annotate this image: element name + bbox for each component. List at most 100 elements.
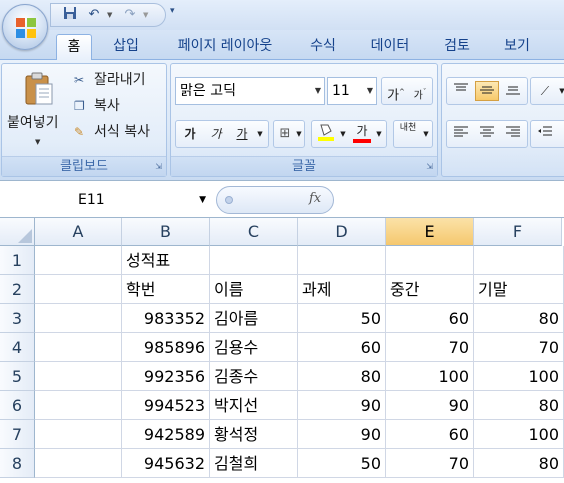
cell-e6[interactable]: 90 [386,391,474,420]
cell-b8[interactable]: 945632 [122,449,210,478]
row-header[interactable]: 3 [0,304,35,333]
cell-c6[interactable]: 박지선 [210,391,298,420]
cell-f7[interactable]: 100 [474,420,564,449]
cell-b7[interactable]: 942589 [122,420,210,449]
cell-d7[interactable]: 90 [298,420,386,449]
cell-e5[interactable]: 100 [386,362,474,391]
font-launcher-icon[interactable]: ⇲ [426,162,433,171]
cell-c7[interactable]: 황석정 [210,420,298,449]
cell-d2[interactable]: 과제 [298,275,386,304]
cell-a8[interactable] [35,449,122,478]
cell-c2[interactable]: 이름 [210,275,298,304]
row-header[interactable]: 2 [0,275,35,304]
bold-button[interactable]: 가 [178,122,202,146]
underline-dropdown-icon[interactable]: ▼ [254,122,266,146]
cell-f5[interactable]: 100 [474,362,564,391]
office-button[interactable] [2,4,48,50]
cell-a7[interactable] [35,420,122,449]
cell-a6[interactable] [35,391,122,420]
underline-button[interactable]: 가 [230,122,254,146]
italic-button[interactable]: 가 [204,122,228,146]
formula-bar-resize-handle[interactable] [225,196,233,204]
font-size-combo[interactable]: 11 ▼ [327,77,377,105]
insert-function-icon[interactable]: fx [309,191,321,206]
cell-f6[interactable]: 80 [474,391,564,420]
align-middle-icon[interactable] [475,81,499,101]
cell-b4[interactable]: 985896 [122,333,210,362]
cell-b6[interactable]: 994523 [122,391,210,420]
fill-color-dropdown-icon[interactable]: ▼ [338,122,348,146]
cell-b5[interactable]: 992356 [122,362,210,391]
cell-f8[interactable]: 80 [474,449,564,478]
row-header[interactable]: 1 [0,246,35,275]
redo-icon[interactable]: ↷ [121,6,139,24]
cut-button[interactable]: ✂ 잘라내기 [74,70,146,90]
borders-icon[interactable]: ⊞ [276,122,294,146]
grow-font-button[interactable]: 가^ [384,80,408,104]
name-box-dropdown-icon[interactable]: ▼ [199,187,206,213]
cell-e1[interactable] [386,246,474,275]
cell-e4[interactable]: 70 [386,333,474,362]
cell-d5[interactable]: 80 [298,362,386,391]
undo-dropdown-icon[interactable]: ▼ [107,6,112,24]
fill-color-button[interactable] [314,122,338,146]
cell-d3[interactable]: 50 [298,304,386,333]
column-header-e[interactable]: E [386,218,474,246]
cell-b3[interactable]: 983352 [122,304,210,333]
tab-insert[interactable]: 삽입 [104,34,148,60]
cell-e2[interactable]: 중간 [386,275,474,304]
orientation-dropdown-icon[interactable]: ▼ [557,81,564,101]
cell-e8[interactable]: 70 [386,449,474,478]
phonetic-dropdown-icon[interactable]: ▼ [420,122,432,146]
cell-c8[interactable]: 김철희 [210,449,298,478]
tab-home[interactable]: 홈 [56,34,92,60]
font-name-dropdown-icon[interactable]: ▼ [315,78,321,104]
row-header[interactable]: 7 [0,420,35,449]
format-painter-button[interactable]: ✎ 서식 복사 [74,122,150,142]
row-header[interactable]: 4 [0,333,35,362]
cell-f3[interactable]: 80 [474,304,564,333]
align-left-icon[interactable] [449,124,473,144]
save-icon[interactable] [61,6,79,24]
align-center-icon[interactable] [475,124,499,144]
cell-a3[interactable] [35,304,122,333]
decrease-indent-icon[interactable] [533,124,557,144]
redo-dropdown-icon[interactable]: ▼ [143,6,148,24]
column-header-d[interactable]: D [298,218,386,246]
copy-button[interactable]: ❐ 복사 [74,96,120,116]
column-header-b[interactable]: B [122,218,210,246]
tab-view[interactable]: 보기 [494,34,540,60]
row-header[interactable]: 8 [0,449,35,478]
font-name-combo[interactable]: 맑은 고딕 ▼ [175,77,325,105]
cell-b2[interactable]: 학번 [122,275,210,304]
row-header[interactable]: 5 [0,362,35,391]
clipboard-launcher-icon[interactable]: ⇲ [155,162,162,171]
phonetic-button[interactable]: 내천 [396,122,420,146]
column-header-a[interactable]: A [35,218,122,246]
paste-button[interactable]: 붙여넣기 [7,112,59,132]
font-size-dropdown-icon[interactable]: ▼ [367,78,373,104]
name-box[interactable]: E11 ▼ [0,187,210,213]
tab-page-layout[interactable]: 페이지 레이아웃 [164,34,286,60]
align-right-icon[interactable] [501,124,525,144]
column-header-c[interactable]: C [210,218,298,246]
cell-f2[interactable]: 기말 [474,275,564,304]
cell-d1[interactable] [298,246,386,275]
cell-e7[interactable]: 60 [386,420,474,449]
cell-c5[interactable]: 김종수 [210,362,298,391]
select-all-button[interactable] [0,218,35,246]
cell-a1[interactable] [35,246,122,275]
undo-icon[interactable]: ↶ [85,6,103,24]
borders-dropdown-icon[interactable]: ▼ [294,122,304,146]
row-header[interactable]: 6 [0,391,35,420]
paste-dropdown-icon[interactable]: ▼ [35,138,40,146]
cell-a5[interactable] [35,362,122,391]
cell-d4[interactable]: 60 [298,333,386,362]
paste-icon[interactable] [24,72,54,106]
orientation-icon[interactable]: ⟋ [533,81,557,101]
font-color-dropdown-icon[interactable]: ▼ [374,122,384,146]
cell-f1[interactable] [474,246,564,275]
cell-b1[interactable]: 성적표 [122,246,210,275]
align-bottom-icon[interactable] [501,81,525,101]
cell-e3[interactable]: 60 [386,304,474,333]
